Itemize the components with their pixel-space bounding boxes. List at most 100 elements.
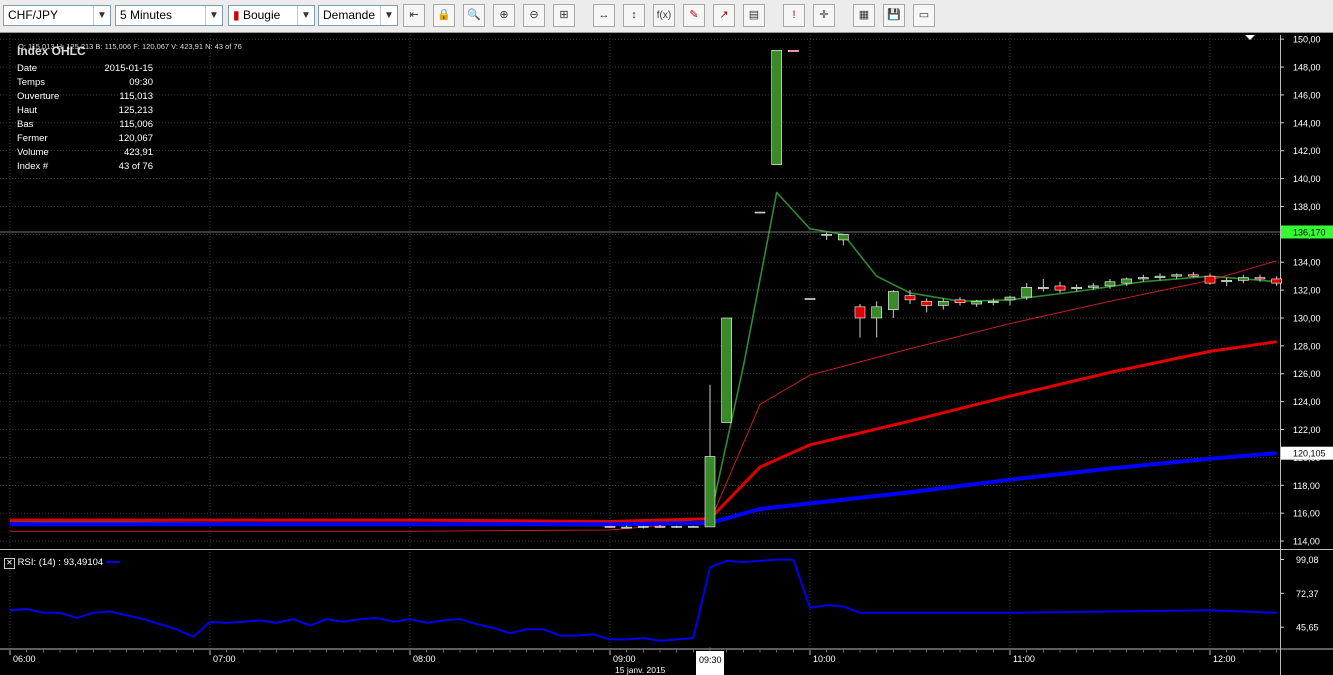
candle-body	[754, 211, 766, 214]
ohlc-value: 2015-01-15	[104, 63, 153, 74]
candle-body	[1204, 275, 1216, 284]
candle-body	[1104, 281, 1116, 287]
candle-body	[1071, 287, 1082, 290]
ohlc-label: Volume	[17, 147, 49, 158]
y-tick-label: 124,00	[1293, 397, 1321, 407]
ohlc-value: 09:30	[129, 77, 153, 88]
candle-body	[1221, 280, 1232, 283]
y-tick-label: 122,00	[1293, 425, 1321, 435]
x-tick-label: 07:00	[213, 654, 236, 664]
ohlc-row: Bas 115,006	[13, 118, 153, 132]
y-tick-label: 146,00	[1293, 90, 1321, 100]
y-tick-label: 144,00	[1293, 118, 1321, 128]
candle-body	[954, 299, 966, 303]
ohlc-title: Index OHLC	[17, 44, 86, 58]
ohlc-value: 115,013	[119, 91, 153, 102]
rsi-panel-bg	[0, 552, 1280, 647]
ohlc-panel: Date 2015-01-15 Temps 09:30 Ouverture 115,013…	[13, 62, 153, 174]
rsi-y-tick-label: 45,65	[1296, 623, 1319, 633]
price-chart[interactable]: 114,00116,00118,00120,00122,00124,00126,…	[0, 0, 1333, 675]
candle-body	[671, 526, 682, 528]
close-icon[interactable]: ✕	[4, 558, 15, 569]
candle-body	[1238, 277, 1249, 281]
ohlc-row: Ouverture 115,013	[13, 90, 153, 104]
candle-body	[804, 298, 816, 300]
candle-body	[771, 50, 782, 165]
candle-body	[704, 456, 716, 528]
y-tick-label: 138,00	[1293, 202, 1321, 212]
candle-body	[904, 295, 916, 301]
candle-body	[1138, 277, 1149, 280]
candle-body	[871, 306, 882, 319]
candle-body	[788, 50, 799, 53]
ohlc-label: Haut	[17, 105, 38, 116]
last-price-label: 120,105	[1293, 449, 1326, 459]
rsi-y-tick-label: 99,08	[1296, 555, 1319, 565]
candle-body	[638, 526, 649, 528]
ohlc-row: Haut 125,213	[13, 104, 153, 118]
candle-body	[1121, 278, 1132, 284]
ohlc-label: Date	[17, 63, 38, 74]
y-tick-label: 140,00	[1293, 174, 1321, 184]
candle-body	[988, 300, 999, 303]
crosshair-price-label: 136,170	[1293, 227, 1326, 237]
ohlc-row: Index # 43 of 76	[13, 160, 153, 174]
candle-body	[1054, 285, 1066, 291]
ohlc-value: 115,006	[119, 119, 153, 130]
x-tick-label: 10:00	[813, 654, 836, 664]
y-tick-label: 150,00	[1293, 35, 1321, 45]
candle-body	[1188, 274, 1199, 277]
candle-body	[821, 234, 832, 236]
candle-body	[938, 300, 949, 306]
rsi-legend-line	[105, 561, 120, 564]
candle-body	[838, 234, 849, 241]
chart-grid	[0, 35, 1333, 675]
candle-body	[688, 526, 699, 528]
rsi-y-tick-label: 72,37	[1296, 589, 1319, 599]
candle-body	[921, 300, 932, 306]
ohlc-value: 43 of 76	[118, 161, 153, 172]
y-tick-label: 116,00	[1293, 509, 1320, 519]
ohlc-label: Bas	[17, 119, 34, 130]
date-label: 15 janv. 2015	[615, 665, 666, 675]
ohlc-row: Temps 09:30	[13, 76, 153, 90]
y-tick-label: 128,00	[1293, 341, 1321, 351]
candle-body	[1088, 285, 1099, 288]
ohlc-row: Volume 423,91	[13, 146, 153, 160]
ohlc-label: Fermer	[17, 133, 48, 144]
ohlc-label: Temps	[17, 77, 45, 88]
candle-body	[888, 291, 899, 310]
candle-body	[854, 306, 866, 319]
candle-body	[1021, 287, 1032, 298]
candle-body	[1004, 296, 1016, 301]
candle-body	[1154, 275, 1166, 278]
ohlc-value: 120,067	[118, 133, 153, 144]
ohlc-row: Fermer 120,067	[13, 132, 153, 146]
candle-body	[1254, 277, 1266, 280]
rsi-label: RSI: (14) : 93,49104	[17, 557, 104, 568]
y-tick-label: 130,00	[1293, 313, 1321, 323]
candle-body	[654, 526, 666, 528]
ohlc-label: Ouverture	[17, 91, 60, 102]
y-tick-label: 126,00	[1293, 369, 1321, 379]
candle-body	[1171, 274, 1182, 277]
y-tick-label: 134,00	[1293, 258, 1321, 268]
candle-body	[1271, 278, 1282, 284]
cursor-time-label: 09:30	[699, 655, 722, 665]
candle-body	[971, 300, 982, 305]
ohlc-label: Index #	[17, 161, 49, 172]
x-tick-label: 12:00	[1213, 654, 1236, 664]
x-tick-label: 06:00	[13, 654, 36, 664]
y-tick-label: 114,00	[1293, 537, 1320, 547]
ohlc-row: Date 2015-01-15	[13, 62, 153, 76]
rsi-label-box: ✕ RSI: (14) : 93,49104	[4, 557, 120, 569]
x-tick-label: 09:00	[613, 654, 636, 664]
x-tick-label: 08:00	[413, 654, 436, 664]
y-tick-label: 118,00	[1293, 481, 1320, 491]
candle-body	[1038, 287, 1049, 290]
candle-body	[621, 526, 632, 529]
candle-body	[604, 526, 616, 528]
y-tick-label: 132,00	[1293, 286, 1321, 296]
ohlc-value: 423,91	[123, 147, 153, 158]
x-tick-label: 11:00	[1013, 654, 1035, 664]
